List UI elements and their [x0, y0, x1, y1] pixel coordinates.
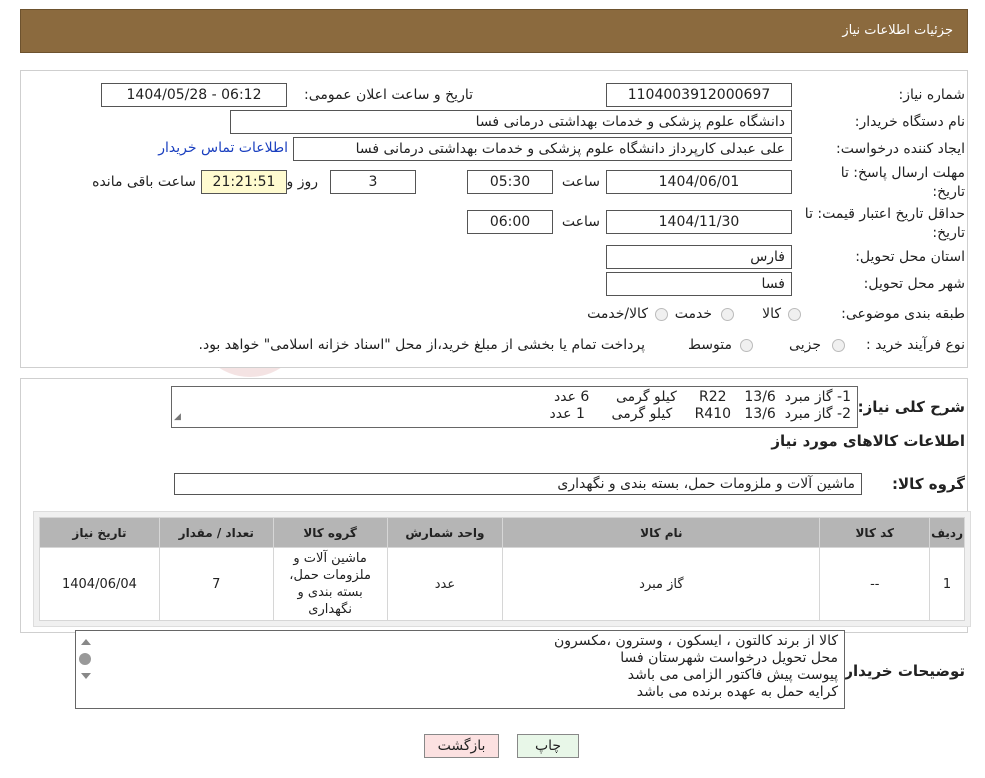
- back-button[interactable]: بازگشت: [424, 734, 499, 758]
- deadline-label-2: تاریخ:: [932, 184, 965, 200]
- buyer-notes-textarea[interactable]: کالا از برند کالتون ، ایسکون ، وسترون ،م…: [75, 630, 845, 709]
- category-option-both: کالا/خدمت: [587, 306, 648, 322]
- deadline-time-field: 05:30: [467, 170, 553, 194]
- col-header-row-no: ردیف: [929, 517, 965, 548]
- category-option-goods: کالا: [762, 306, 781, 322]
- process-option-medium: متوسط: [688, 337, 732, 353]
- validity-time-field: 06:00: [467, 210, 553, 234]
- scroll-thumb[interactable]: [79, 653, 91, 665]
- process-label: نوع فرآیند خرید :: [866, 337, 965, 353]
- cell-group: ماشین آلات و ملزومات حمل، بسته بندی و نگ…: [272, 547, 388, 621]
- buyer-note-line: محل تحویل درخواست شهرستان فسا: [620, 650, 838, 666]
- cell-code: --: [819, 547, 931, 621]
- buyer-org-label: نام دستگاه خریدار:: [854, 114, 965, 130]
- col-header-code: کد کالا: [819, 517, 931, 548]
- days-label: روز و: [286, 174, 319, 190]
- scroll-up-icon[interactable]: [81, 639, 91, 645]
- city-label: شهر محل تحویل:: [863, 276, 965, 292]
- deadline-time-label: ساعت: [561, 174, 600, 190]
- cell-qty: 7: [158, 547, 274, 621]
- cell-date: 1404/06/04: [39, 547, 160, 621]
- col-header-date: تاریخ نیاز: [39, 517, 160, 548]
- category-radio-both[interactable]: [655, 308, 668, 321]
- col-header-name: نام کالا: [502, 517, 821, 548]
- buyer-note-line: پیوست پیش فاکتور الزامی می باشد: [627, 667, 838, 683]
- col-header-unit: واحد شمارش: [386, 517, 504, 548]
- goods-group-field: ماشین آلات و ملزومات حمل، بسته بندی و نگ…: [174, 473, 862, 495]
- validity-label-2: تاریخ:: [932, 225, 965, 241]
- deadline-label: مهلت ارسال پاسخ: تا: [840, 165, 965, 181]
- page-title: جزئیات اطلاعات نیاز: [842, 23, 953, 38]
- summary-line: 1- گاز مبرد 13/6 R22 کیلو گرمی 6 عدد: [554, 389, 851, 405]
- category-radio-goods[interactable]: [788, 308, 801, 321]
- remaining-label: ساعت باقی مانده: [92, 174, 196, 190]
- resize-handle-icon[interactable]: ◢: [174, 409, 181, 426]
- need-number-field: 1104003912000697: [606, 83, 792, 107]
- remaining-time-field: 21:21:51: [201, 170, 287, 194]
- cell-unit: عدد: [386, 547, 504, 621]
- scroll-down-icon[interactable]: [81, 673, 91, 679]
- validity-date-field: 1404/11/30: [606, 210, 792, 234]
- cell-row-no: 1: [929, 547, 965, 621]
- process-radio-medium[interactable]: [740, 339, 753, 352]
- items-table: ردیف کد کالا نام کالا واحد شمارش گروه کا…: [39, 517, 965, 621]
- cell-name: گاز مبرد: [502, 547, 821, 621]
- process-radio-minor[interactable]: [832, 339, 845, 352]
- buyer-contact-link[interactable]: اطلاعات تماس خریدار: [158, 140, 288, 156]
- col-header-group: گروه کالا: [272, 517, 388, 548]
- province-field: فارس: [606, 245, 792, 269]
- print-button[interactable]: چاپ: [517, 734, 579, 758]
- need-number-label: شماره نیاز:: [898, 87, 966, 103]
- deadline-date-field: 1404/06/01: [606, 170, 792, 194]
- summary-textarea[interactable]: 1- گاز مبرد 13/6 R22 کیلو گرمی 6 عدد 2- …: [171, 386, 858, 428]
- notes-scrollbar[interactable]: [77, 633, 93, 707]
- province-label: استان محل تحویل:: [855, 249, 965, 265]
- buyer-org-field: دانشگاه علوم پزشکی و خدمات بهداشتی درمان…: [230, 110, 792, 134]
- validity-time-label: ساعت: [561, 214, 600, 230]
- buyer-note-line: کالا از برند کالتون ، ایسکون ، وسترون ،م…: [553, 633, 838, 649]
- announce-label: تاریخ و ساعت اعلان عمومی:: [304, 87, 473, 103]
- process-note: پرداخت تمام یا بخشی از مبلغ خرید،از محل …: [198, 337, 645, 353]
- category-option-service: خدمت: [674, 306, 712, 322]
- category-radio-service[interactable]: [721, 308, 734, 321]
- announce-field: 1404/05/28 - 06:12: [101, 83, 287, 107]
- page-header: جزئیات اطلاعات نیاز: [20, 9, 968, 53]
- goods-section-title: اطلاعات کالاهای مورد نیاز: [771, 432, 965, 450]
- category-label: طبقه بندی موضوعی:: [841, 306, 965, 322]
- validity-label: حداقل تاریخ اعتبار قیمت: تا: [804, 206, 965, 222]
- creator-field: علی عبدلی کارپرداز دانشگاه علوم پزشکی و …: [293, 137, 792, 161]
- days-field: 3: [330, 170, 416, 194]
- table-row: 1 -- گاز مبرد عدد ماشین آلات و ملزومات ح…: [39, 547, 965, 621]
- creator-label: ایجاد کننده درخواست:: [836, 141, 965, 157]
- summary-line: 2- گاز مبرد 13/6 R410 کیلو گرمی 1 عدد: [549, 406, 851, 422]
- table-header-row: ردیف کد کالا نام کالا واحد شمارش گروه کا…: [39, 517, 965, 548]
- col-header-qty: تعداد / مقدار: [158, 517, 274, 548]
- goods-group-label: گروه کالا:: [892, 475, 965, 493]
- buyer-notes-label: توضیحات خریدار:: [838, 662, 965, 680]
- buyer-note-line: کرایه حمل به عهده برنده می باشد: [636, 684, 838, 700]
- city-field: فسا: [606, 272, 792, 296]
- process-option-minor: جزیی: [789, 337, 821, 353]
- summary-label: شرح کلی نیاز:: [857, 398, 965, 416]
